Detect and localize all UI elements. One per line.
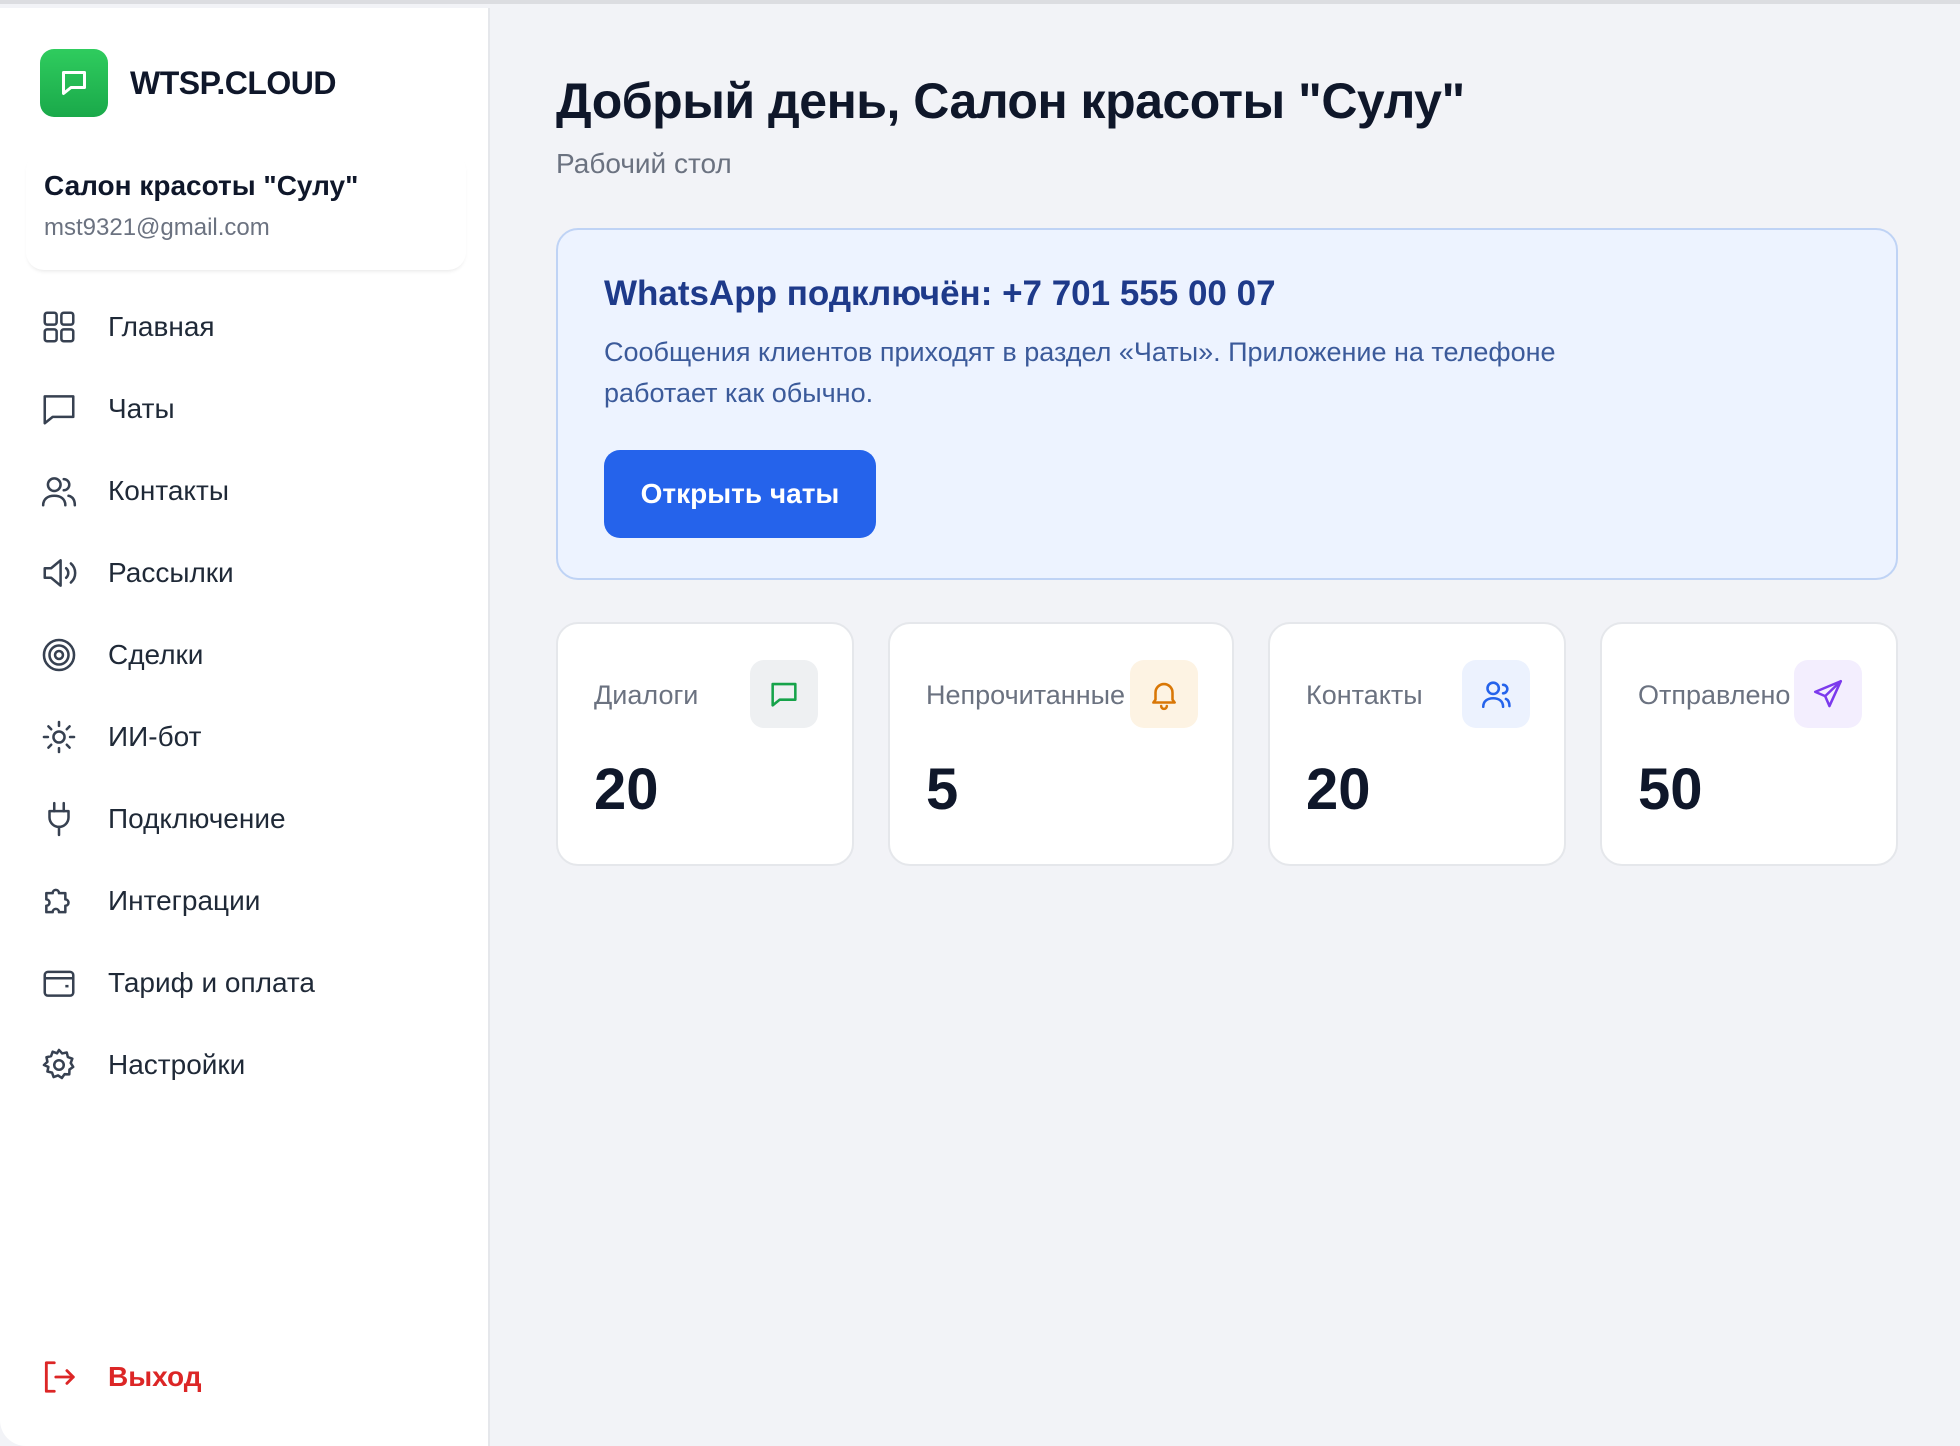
sidebar-nav: Главная Чаты Контакты Рассылки Сделки ИИ… — [40, 286, 460, 1106]
bell-icon — [1130, 660, 1198, 728]
gear-icon — [40, 1040, 90, 1090]
open-chats-button[interactable]: Открыть чаты — [604, 450, 876, 538]
megaphone-icon — [40, 548, 90, 598]
sidebar-item-label: Контакты — [108, 475, 229, 506]
brand-name: WTSP.CLOUD — [130, 64, 336, 101]
sidebar-item-label: Настройки — [108, 1049, 246, 1080]
sidebar-item-settings[interactable]: Настройки — [40, 1024, 460, 1106]
org-name: Салон красоты "Сулу" — [44, 170, 359, 201]
plug-icon — [40, 794, 90, 844]
banner-title: WhatsApp подключён: +7 701 555 00 07 — [604, 274, 1276, 313]
grid-icon — [40, 302, 90, 352]
stat-value: 20 — [1306, 757, 1371, 822]
sidebar-item-chats[interactable]: Чаты — [40, 368, 460, 450]
sidebar-item-ai-bot[interactable]: ИИ-бот — [40, 696, 460, 778]
chat-icon — [750, 660, 818, 728]
wallet-icon — [40, 958, 90, 1008]
sidebar-item-label: Подключение — [108, 803, 286, 834]
stat-label: Контакты — [1306, 680, 1423, 710]
page-subtitle: Рабочий стол — [556, 148, 732, 179]
account-card: Салон красоты "Сулу" mst9321@gmail.com — [26, 152, 466, 270]
logout-label: Выход — [108, 1361, 202, 1392]
stat-label: Непрочитанные — [926, 680, 1126, 710]
stat-value: 20 — [594, 757, 659, 822]
user-icon — [1462, 660, 1530, 728]
sidebar-item-deals[interactable]: Сделки — [40, 614, 460, 696]
sidebar-item-label: Чаты — [108, 393, 175, 424]
sun-icon — [40, 712, 90, 762]
account-email: mst9321@gmail.com — [44, 214, 270, 241]
stat-value: 5 — [926, 757, 959, 822]
stat-card-sent: Отправлено 50 — [1600, 622, 1898, 866]
sidebar-item-label: Рассылки — [108, 557, 234, 588]
logout-button[interactable]: Выход — [40, 1342, 202, 1412]
stat-card-contacts: Контакты 20 — [1268, 622, 1566, 866]
stat-label: Отправлено — [1638, 680, 1791, 710]
sidebar-item-billing[interactable]: Тариф и оплата — [40, 942, 460, 1024]
stat-card-dialogs: Диалоги 20 — [556, 622, 854, 866]
stat-card-unread: Непрочитанные 5 — [888, 622, 1234, 866]
puzzle-icon — [40, 876, 90, 926]
sidebar-item-contacts[interactable]: Контакты — [40, 450, 460, 532]
sidebar: WTSP.CLOUD Салон красоты "Сулу" mst9321@… — [0, 8, 490, 1446]
sidebar-item-label: Интеграции — [108, 885, 261, 916]
sidebar-item-label: Главная — [108, 311, 215, 342]
sidebar-item-home[interactable]: Главная — [40, 286, 460, 368]
chat-icon — [62, 71, 86, 95]
page-title: Добрый день, Салон красоты "Сулу" — [556, 73, 1465, 129]
logout-icon — [40, 1352, 90, 1402]
target-icon — [40, 630, 90, 680]
sidebar-item-label: Тариф и оплата — [108, 967, 315, 998]
sidebar-item-label: ИИ-бот — [108, 721, 202, 752]
sidebar-item-connection[interactable]: Подключение — [40, 778, 460, 860]
send-icon — [1794, 660, 1862, 728]
stat-label: Диалоги — [594, 680, 699, 710]
sidebar-item-label: Сделки — [108, 639, 204, 670]
brand-logo — [40, 49, 108, 117]
chat-icon — [40, 384, 90, 434]
sidebar-item-integrations[interactable]: Интеграции — [40, 860, 460, 942]
sidebar-item-broadcasts[interactable]: Рассылки — [40, 532, 460, 614]
whatsapp-status-banner: WhatsApp подключён: +7 701 555 00 07 Соо… — [556, 228, 1898, 580]
stat-value: 50 — [1638, 757, 1703, 822]
brand[interactable]: WTSP.CLOUD — [40, 48, 336, 118]
users-icon — [40, 466, 90, 516]
banner-text: Сообщения клиентов приходят в раздел «Ча… — [604, 337, 1556, 408]
